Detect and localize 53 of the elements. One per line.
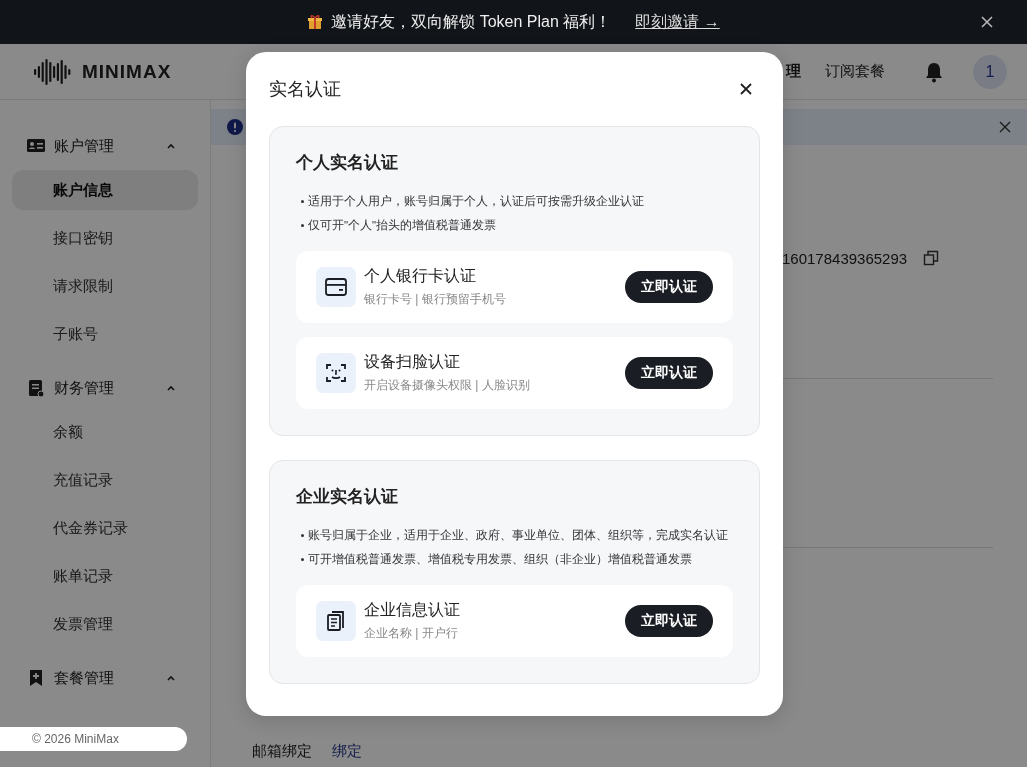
menu-group-label: 财务管理 <box>54 378 115 398</box>
section-title: 企业实名认证 <box>296 486 399 508</box>
verify-button[interactable]: 立即认证 <box>625 271 713 303</box>
menu-item[interactable]: 请求限制 <box>12 266 198 306</box>
gift-icon <box>307 14 324 30</box>
option-title: 设备扫脸认证 <box>364 352 461 372</box>
info-icon <box>227 119 243 135</box>
option-subtitle: 开启设备摄像头权限 | 人脸识别 <box>364 377 531 394</box>
option-title: 企业信息认证 <box>364 600 461 620</box>
nav-link[interactable]: 理 <box>786 62 801 81</box>
card-icon <box>324 275 348 299</box>
note-text: 可开增值税普通发票、增值税专用发票、组织（非企业）增值税普通发票 <box>308 552 692 567</box>
bullet-dot <box>301 558 304 561</box>
menu-item[interactable]: 发票管理 <box>12 604 198 644</box>
menu-item[interactable]: 充值记录 <box>12 460 198 500</box>
field-label: 邮箱绑定 <box>252 742 312 761</box>
avatar[interactable]: 1 <box>973 54 1007 89</box>
option-subtitle: 银行卡号 | 银行预留手机号 <box>364 291 507 308</box>
bullet-dot <box>301 534 304 537</box>
nav-link[interactable]: 订阅套餐 <box>825 62 885 81</box>
section-title: 个人实名认证 <box>296 152 399 174</box>
copy-icon <box>923 250 940 266</box>
menu-group-label: 套餐管理 <box>54 668 115 688</box>
verify-button[interactable]: 立即认证 <box>625 605 713 637</box>
menu-item[interactable]: 接口密钥 <box>12 218 198 258</box>
menu-item[interactable]: 子账号 <box>12 314 198 354</box>
menu-group-icon <box>26 378 46 398</box>
face-scan-icon <box>324 361 348 385</box>
close-icon[interactable] <box>981 16 993 28</box>
note-text: 账号归属于企业，适用于企业、政府、事业单位、团体、组织等，完成实名认证 <box>308 528 728 543</box>
banner-text: 邀请好友，双向解锁 Token Plan 福利！ <box>331 11 612 32</box>
copyright-text: © 2026 MiniMax <box>32 732 119 746</box>
menu-item[interactable]: 代金券记录 <box>12 508 198 548</box>
option-title: 个人银行卡认证 <box>364 266 477 286</box>
menu-item[interactable]: 账单记录 <box>12 556 198 596</box>
bind-link[interactable]: 绑定 <box>332 742 362 761</box>
close-icon[interactable] <box>739 82 753 96</box>
menu-item[interactable]: 余额 <box>12 412 198 452</box>
logo-text: MINIMAX <box>82 60 172 83</box>
menu-item[interactable]: 账户信息 <box>12 170 198 210</box>
bell-icon <box>923 60 945 83</box>
note-text: 适用于个人用户，账号归属于个人，认证后可按需升级企业认证 <box>308 194 644 209</box>
menu-group-label: 账户管理 <box>54 136 115 156</box>
logo-icon <box>34 57 72 86</box>
verify-button[interactable]: 立即认证 <box>625 357 713 389</box>
close-icon <box>999 121 1011 133</box>
note-text: 仅可开"个人"抬头的增值税普通发票 <box>308 218 497 233</box>
bullet-dot <box>301 200 304 203</box>
account-id: 160178439365293 <box>782 249 908 267</box>
bullet-dot <box>301 224 304 227</box>
option-subtitle: 企业名称 | 开户行 <box>364 625 459 642</box>
dialog-title: 实名认证 <box>269 78 341 101</box>
invite-link[interactable]: 即刻邀请 → <box>635 11 720 33</box>
